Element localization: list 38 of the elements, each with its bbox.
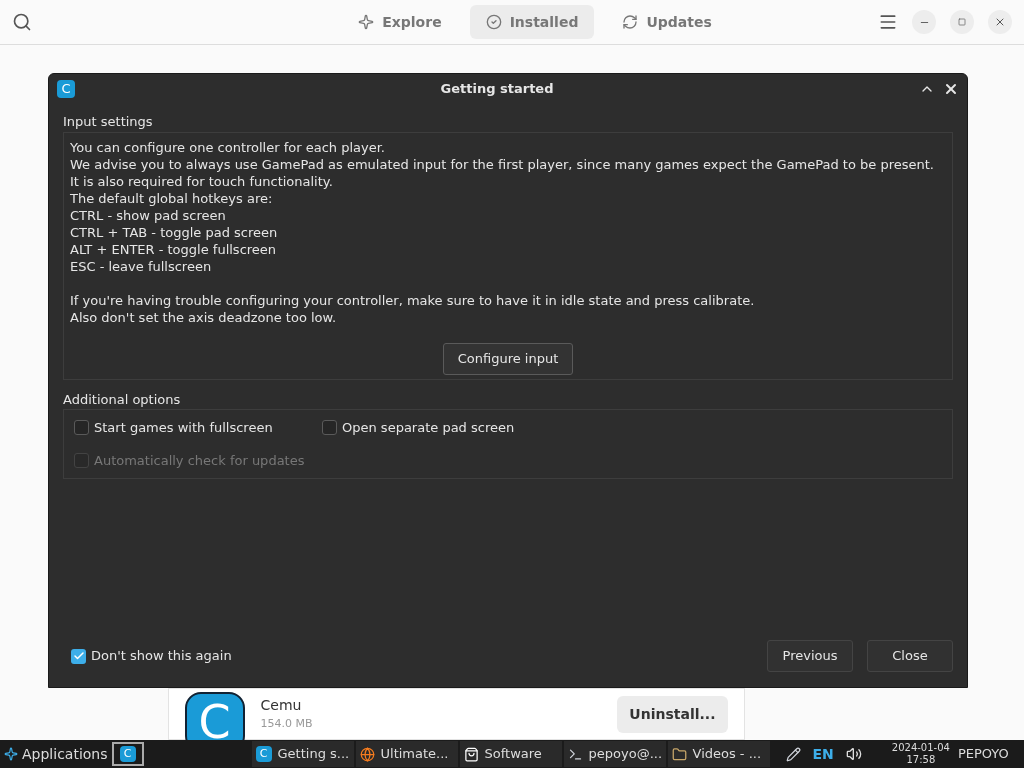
help-text: CTRL - show pad screen <box>70 206 227 224</box>
dialog-button[interactable]: Previous <box>767 640 853 672</box>
help-text: ESC - leave fullscreen <box>70 257 213 275</box>
option-label: Open separate pad screen <box>342 419 515 437</box>
nav-tab[interactable]: Installed <box>469 5 595 39</box>
taskbar-task[interactable]: Ultimate... <box>355 741 458 767</box>
app-size: 154.0 MB <box>260 716 314 733</box>
option-label: Start games with fullscreen <box>94 419 273 437</box>
applications-menu[interactable]: Applications <box>0 743 112 765</box>
option-label: Automatically check for updates <box>94 451 305 470</box>
nav-tab[interactable]: Explore <box>342 5 458 39</box>
help-text: The default global hotkeys are: <box>70 189 274 207</box>
taskbar-task[interactable]: Videos - ... <box>667 741 770 767</box>
taskbar-task[interactable]: Software <box>459 741 562 767</box>
nav-tab[interactable]: Updates <box>606 5 728 39</box>
taskbar-task[interactable]: pepoyo@... <box>563 741 666 767</box>
help-text: If you're having trouble configuring your controller, make sure to have it in idle state and press calibrate. <box>70 291 756 309</box>
help-text: Also don't set the axis deadzone too low. <box>70 308 338 326</box>
help-text: We advise you to always use GamePad as emulated input for the first player, since many games expect the GamePad to be present. <box>70 155 935 173</box>
taskbar-task[interactable]: C Getting s... <box>251 741 354 767</box>
dialog-button[interactable]: Close <box>867 640 953 672</box>
date: 2024-01-04 <box>891 742 950 754</box>
cemu-icon: C <box>57 80 75 98</box>
help-text: You can configure one controller for each player. <box>70 138 386 156</box>
option-label: Don't show this again <box>91 647 232 666</box>
help-text: It is also required for touch functionality. <box>70 172 334 190</box>
window-title: Getting started <box>439 80 555 99</box>
configure-input-button[interactable]: Configure input <box>442 342 574 375</box>
group-title: Additional options <box>63 390 182 409</box>
help-text: ALT + ENTER - toggle fullscreen <box>70 240 278 258</box>
keyboard-layout[interactable]: EN <box>812 743 834 765</box>
help-text: CTRL + TAB - toggle pad screen <box>70 223 279 241</box>
time: 17:58 <box>906 754 936 766</box>
group-title: Input settings <box>63 113 154 131</box>
app-name: Cemu <box>260 696 303 716</box>
user-name: PEPOYO <box>957 745 1009 764</box>
cemu-icon: C <box>255 746 272 762</box>
uninstall-button[interactable]: Uninstall... <box>617 695 728 733</box>
